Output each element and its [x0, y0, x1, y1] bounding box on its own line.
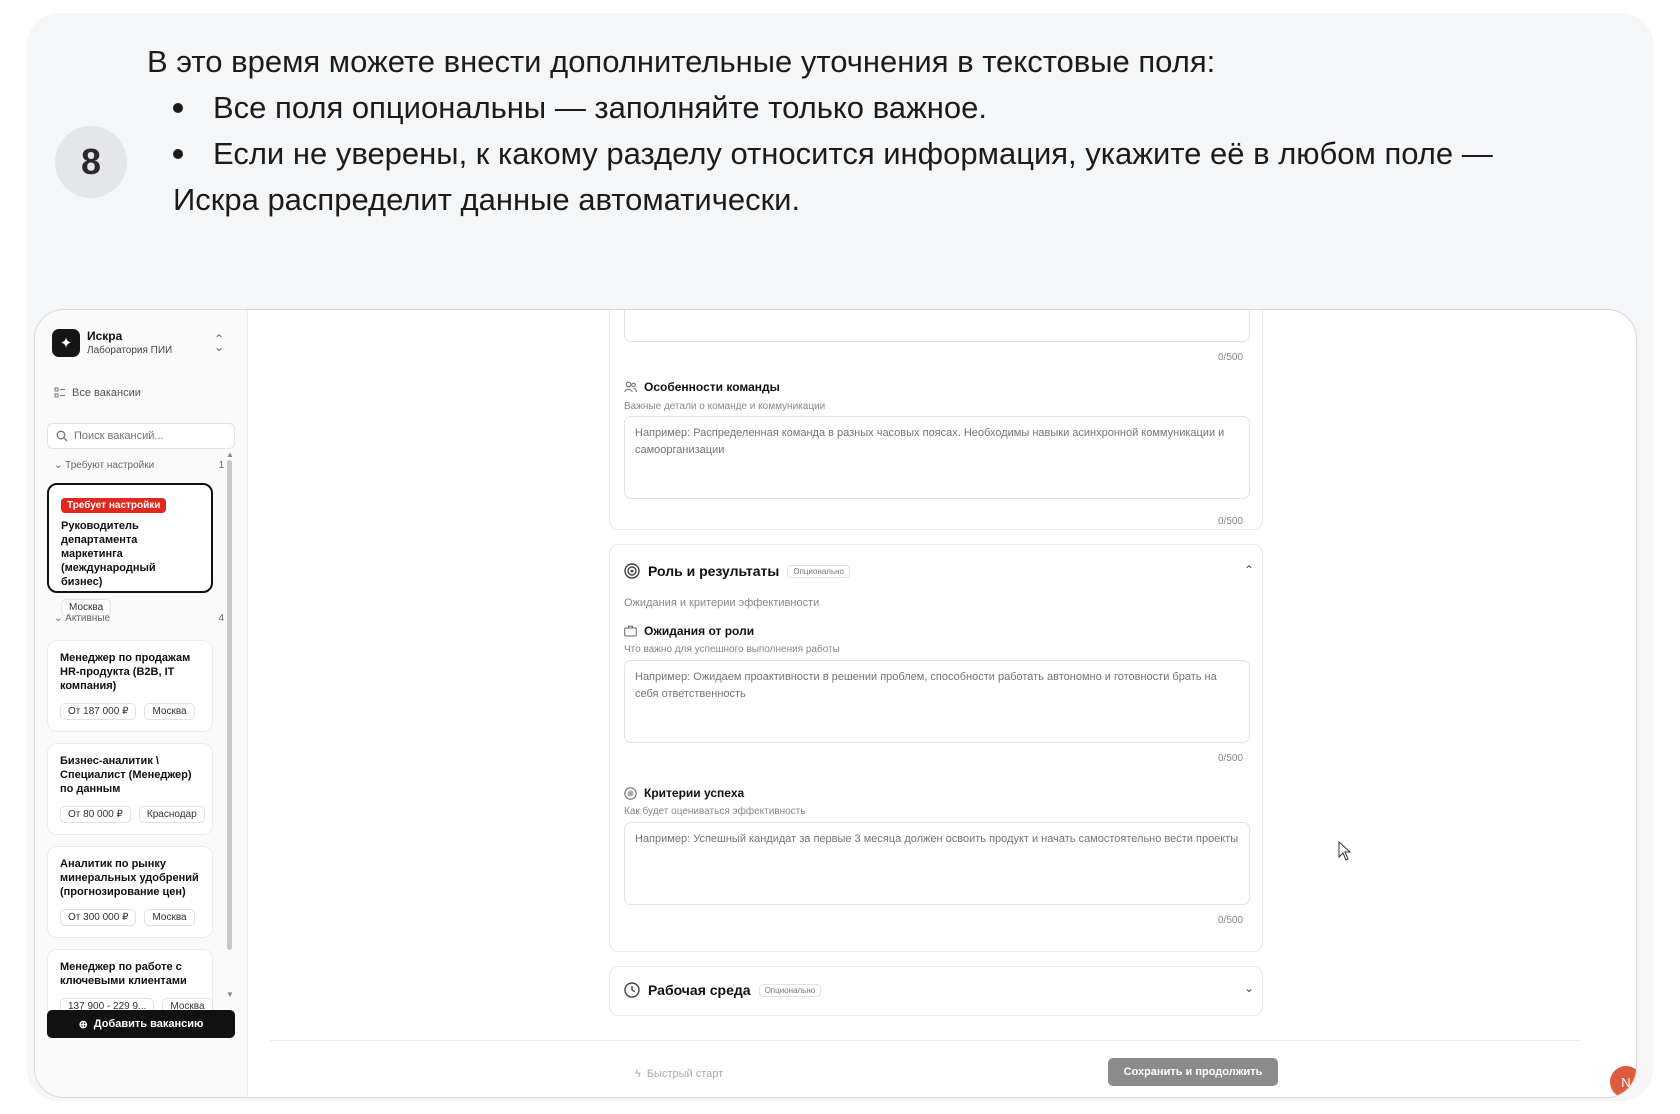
step-number-badge: 8 [55, 126, 127, 198]
character-counter: 0/500 [1218, 753, 1244, 764]
target-small-icon [624, 786, 637, 800]
success-textarea[interactable] [624, 822, 1250, 905]
active-count: 4 [218, 613, 224, 624]
team-field-hint: Важные детали о команде и коммуникации [624, 401, 826, 412]
success-label-text: Критерии успеха [644, 786, 745, 800]
instruction-bullet-1: Все поля опциональны — заполняйте только… [213, 90, 987, 125]
expectations-label-text: Ожидания от роли [644, 624, 755, 638]
team-textarea[interactable] [624, 416, 1250, 499]
clock-icon [624, 982, 640, 998]
search-icon [56, 430, 68, 442]
vacancy-card[interactable]: Менеджер по продажам HR-продукта (B2B, I… [47, 640, 213, 732]
mouse-cursor-icon [1338, 841, 1352, 861]
chevron-down-icon[interactable]: ⌄ [1244, 981, 1254, 995]
work-environment-title: Рабочая среда [648, 982, 751, 998]
vacancy-card[interactable]: Бизнес-аналитик \ Специалист (Менеджер) … [47, 743, 213, 835]
add-vacancy-button[interactable]: ⊕ Добавить вакансию [47, 1010, 235, 1038]
sidebar: ✦ Искра Лаборатория ПИИ ⌃ ⌄ Все вакансии … [35, 310, 248, 1097]
team-label-text: Особенности команды [644, 380, 780, 394]
brand-subtitle: Лаборатория ПИИ [87, 345, 173, 356]
expectations-textarea[interactable] [624, 660, 1250, 743]
bullet-dot [173, 103, 183, 113]
search-input[interactable] [74, 430, 224, 442]
team-field-label: Особенности команды [624, 380, 780, 394]
instruction-bullet-2-continued: Искра распределит данные автоматически. [173, 182, 801, 217]
vacancy-tag-city: Москва [144, 703, 195, 720]
quick-start-link[interactable]: ϟ Быстрый старт [635, 1068, 723, 1080]
target-icon [624, 563, 640, 579]
scroll-down-arrow-icon[interactable]: ▼ [226, 990, 234, 999]
vacancy-tag-city: Москва [144, 909, 195, 926]
vacancy-card[interactable]: Аналитик по рынку минеральных удобрений … [47, 846, 213, 938]
all-vacancies-link[interactable]: Все вакансии [54, 387, 141, 399]
all-vacancies-label: Все вакансии [72, 387, 141, 399]
instruction-bullet-2: Если не уверены, к какому разделу относи… [213, 136, 1493, 171]
scroll-up-arrow-icon[interactable]: ▲ [226, 450, 234, 459]
lightning-icon: ϟ [635, 1068, 641, 1080]
vacancy-title: Руководитель департамента маркетинга (ме… [61, 520, 156, 588]
chevron-down-icon: ⌄ [54, 613, 63, 624]
vacancy-tag-salary: От 187 000 ₽ [60, 703, 137, 720]
bullet-dot [173, 149, 183, 159]
optional-badge: Опционально [787, 564, 850, 578]
work-environment-section-header[interactable]: Рабочая среда Опционально [624, 982, 822, 998]
brand-logo-icon[interactable]: ✦ [52, 329, 80, 357]
quick-start-label: Быстрый старт [646, 1068, 724, 1080]
search-box[interactable] [47, 423, 235, 449]
expectations-field-hint: Что важно для успешного выполнения работ… [624, 644, 840, 655]
chevron-down-icon: ⌄ [54, 460, 63, 471]
app-screenshot: ✦ Искра Лаборатория ПИИ ⌃ ⌄ Все вакансии … [34, 309, 1637, 1098]
active-label: Активные [65, 613, 111, 624]
needs-setup-count: 1 [218, 460, 224, 471]
vacancy-tag-salary: От 80 000 ₽ [60, 806, 131, 823]
chevron-up-down-icon[interactable]: ⌃ ⌄ [214, 333, 224, 353]
vacancy-title: Менеджер по продажам HR-продукта (B2B, I… [60, 652, 191, 692]
instruction-intro: В это время можете внести дополнительные… [147, 44, 1216, 79]
vacancy-title: Менеджер по работе с ключевыми клиентами [60, 961, 187, 987]
character-counter: 0/500 [1218, 915, 1244, 926]
optional-badge: Опционально [758, 983, 822, 997]
add-vacancy-label: Добавить вакансию [93, 1018, 204, 1030]
chevron-up-icon[interactable]: ⌃ [1244, 563, 1254, 577]
footer-divider [270, 1040, 1580, 1041]
vacancy-tag-salary: От 300 000 ₽ [60, 909, 137, 926]
briefcase-icon [624, 625, 637, 637]
success-field-hint: Как будет оцениваться эффективность [624, 806, 806, 817]
vacancy-card-selected[interactable]: Требует настройки Руководитель департаме… [47, 483, 213, 616]
previous-textarea[interactable] [624, 310, 1250, 342]
brand-name: Искра [87, 329, 123, 343]
vacancy-tag-city: Краснодар [138, 806, 205, 823]
sidebar-scrollbar[interactable] [227, 460, 232, 950]
active-section-header[interactable]: ⌄ Активные 4 [54, 613, 224, 624]
role-results-section-header[interactable]: Роль и результаты Опционально [624, 563, 850, 579]
needs-setup-label: Требуют настройки [65, 460, 155, 471]
character-counter: 0/500 [1218, 516, 1244, 527]
list-icon [54, 387, 65, 398]
vacancy-title: Бизнес-аналитик \ Специалист (Менеджер) … [60, 755, 192, 795]
expectations-field-label: Ожидания от роли [624, 624, 754, 638]
user-avatar[interactable]: N [1610, 1066, 1636, 1097]
needs-setup-section-header[interactable]: ⌄ Требуют настройки 1 [54, 460, 224, 471]
users-icon [624, 381, 637, 393]
needs-setup-badge: Требует настройки [61, 498, 167, 513]
plus-circle-icon: ⊕ [78, 1018, 88, 1031]
role-results-subtitle: Ожидания и критерии эффективности [624, 597, 820, 609]
vacancy-title: Аналитик по рынку минеральных удобрений … [60, 858, 199, 898]
character-counter: 0/500 [1218, 352, 1244, 363]
role-results-title: Роль и результаты [648, 563, 780, 579]
save-and-continue-button[interactable]: Сохранить и продолжить [1108, 1058, 1278, 1086]
success-field-label: Критерии успеха [624, 786, 744, 800]
